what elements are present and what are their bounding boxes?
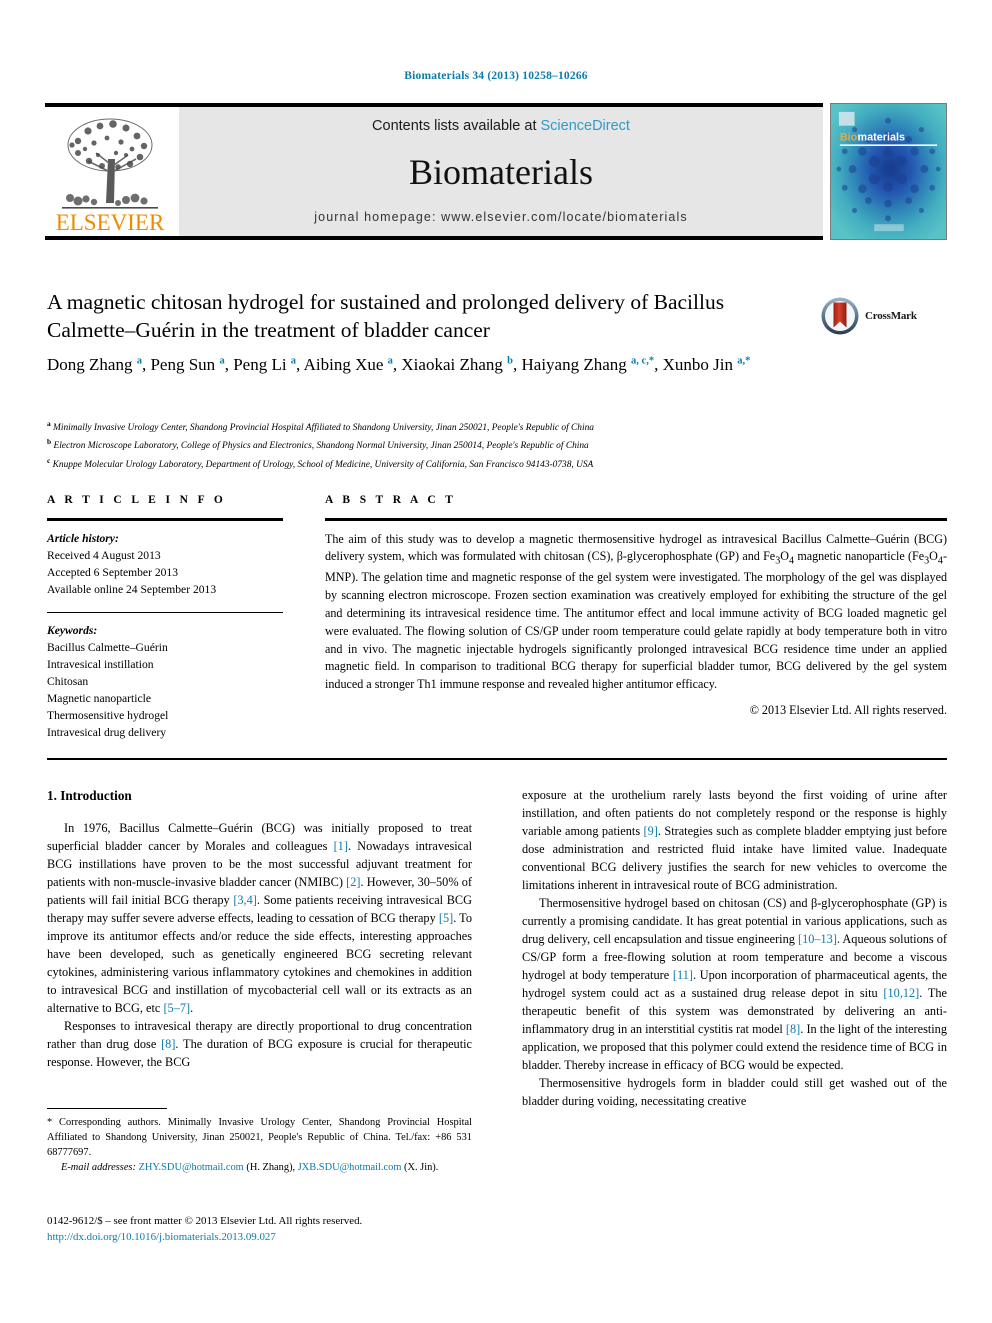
author-list: Dong Zhang a, Peng Sun a, Peng Li a, Aib… bbox=[47, 355, 751, 374]
body-paragraph: Thermosensitive hydrogels form in bladde… bbox=[522, 1076, 947, 1108]
body-left-paragraphs: In 1976, Bacillus Calmette–Guérin (BCG) … bbox=[47, 819, 472, 1071]
article-history-item: Accepted 6 September 2013 bbox=[47, 565, 179, 579]
corresponding-author-note: * Corresponding authors. Minimally Invas… bbox=[47, 1117, 472, 1159]
contents-prefix: Contents lists available at bbox=[372, 118, 541, 134]
article-info-rule bbox=[47, 518, 283, 521]
keywords-block: Keywords: Bacillus Calmette–Guérin Intrav… bbox=[47, 622, 283, 741]
body-paragraph: Responses to intravesical therapy are di… bbox=[47, 1019, 472, 1070]
body-column-left: 1. Introduction In 1976, Bacillus Calmet… bbox=[47, 786, 472, 1071]
imprint-front-matter: 0142-9612/$ – see front matter © 2013 El… bbox=[47, 1215, 363, 1227]
body-divider-rule bbox=[47, 758, 947, 760]
abstract-copyright: © 2013 Elsevier Ltd. All rights reserved… bbox=[749, 702, 947, 717]
cover-artwork: Bio materials bbox=[831, 104, 946, 239]
email-link-2[interactable]: JXB.SDU@hotmail.com bbox=[298, 1162, 402, 1173]
introduction-heading: 1. Introduction bbox=[47, 788, 132, 803]
body-paragraph: exposure at the urothelium rarely lasts … bbox=[522, 788, 947, 892]
journal-cover-thumbnail[interactable]: Bio materials bbox=[830, 103, 947, 240]
body-paragraph: In 1976, Bacillus Calmette–Guérin (BCG) … bbox=[47, 821, 473, 1016]
email-owner-1: (H. Zhang) bbox=[246, 1162, 293, 1174]
journal-title: Biomaterials bbox=[409, 152, 593, 192]
article-info-section: A R T I C L E I N F O Article history: R… bbox=[47, 494, 283, 741]
abstract-rule bbox=[325, 518, 947, 521]
doi-link[interactable]: http://dx.doi.org/10.1016/j.biomaterials… bbox=[47, 1229, 517, 1245]
elsevier-logo: ELSEVIER bbox=[45, 107, 175, 236]
affiliation-item: c Knuppe Molecular Urology Laboratory, D… bbox=[47, 455, 594, 470]
journal-band: Contents lists available at ScienceDirec… bbox=[179, 107, 823, 236]
running-head: Biomaterials 34 (2013) 10258–10266 bbox=[404, 70, 588, 82]
keyword-item[interactable]: Intravesical instillation bbox=[47, 656, 283, 673]
article-info-heading: A R T I C L E I N F O bbox=[47, 494, 227, 506]
keyword-item[interactable]: Chitosan bbox=[47, 673, 283, 690]
keywords-rule bbox=[47, 611, 283, 614]
email-link-1[interactable]: ZHY.SDU@hotmail.com bbox=[139, 1162, 244, 1173]
elsevier-tree-icon bbox=[62, 118, 158, 209]
affiliation-item: b Electron Microscope Laboratory, Colleg… bbox=[47, 437, 589, 452]
article-history: Article history: Received 4 August 2013 A… bbox=[47, 530, 283, 598]
journal-masthead: ELSEVIER Contents lists available at Sci… bbox=[45, 103, 947, 240]
keywords-label: Keywords: bbox=[47, 624, 98, 638]
affiliation-item: a Minimally Invasive Urology Center, Sha… bbox=[47, 419, 594, 434]
page-title: A magnetic chitosan hydrogel for sustain… bbox=[47, 290, 725, 342]
email-addresses-note: E-mail addresses: ZHY.SDU@hotmail.com (H… bbox=[61, 1162, 439, 1174]
article-history-item: Received 4 August 2013 bbox=[47, 548, 161, 562]
abstract-heading: A B S T R A C T bbox=[325, 494, 457, 506]
keyword-item[interactable]: Magnetic nanoparticle bbox=[47, 690, 283, 707]
journal-homepage-link[interactable]: journal homepage: www.elsevier.com/locat… bbox=[314, 210, 687, 224]
body-paragraph: Thermosensitive hydrogel based on chitos… bbox=[522, 896, 948, 1072]
sciencedirect-link[interactable]: ScienceDirect bbox=[541, 118, 630, 134]
body-column-right: exposure at the urothelium rarely lasts … bbox=[522, 786, 947, 1110]
footnote-rule bbox=[47, 1108, 167, 1110]
keyword-item[interactable]: Bacillus Calmette–Guérin bbox=[47, 639, 283, 656]
article-history-items: Received 4 August 2013 Accepted 6 Septemb… bbox=[47, 547, 283, 598]
crossmark-label: CrossMark bbox=[865, 310, 917, 322]
elsevier-wordmark: ELSEVIER bbox=[55, 210, 165, 235]
contents-available-line: Contents lists available at ScienceDirec… bbox=[372, 118, 630, 134]
crossmark-badge[interactable]: CrossMark bbox=[820, 294, 932, 338]
svg-text:materials: materials bbox=[858, 131, 905, 143]
affiliation-list: a Minimally Invasive Urology Center, Sha… bbox=[47, 418, 877, 473]
keyword-item[interactable]: Intravesical drug delivery bbox=[47, 724, 283, 741]
abstract-section: A B S T R A C T The aim of this study wa… bbox=[325, 494, 947, 718]
article-history-item: Available online 24 September 2013 bbox=[47, 582, 217, 596]
svg-text:Bio: Bio bbox=[840, 131, 858, 143]
email-label: E-mail addresses: bbox=[61, 1162, 136, 1174]
body-right-paragraphs: exposure at the urothelium rarely lasts … bbox=[522, 786, 947, 1110]
keywords-items: Bacillus Calmette–Guérin Intravesical ins… bbox=[47, 639, 283, 741]
article-history-label: Article history: bbox=[47, 531, 119, 545]
article-page: Biomaterials 34 (2013) 10258–10266 ELSEV… bbox=[0, 0, 992, 1323]
email-owner-2: (X. Jin). bbox=[404, 1162, 439, 1174]
masthead-bottom-rule bbox=[45, 236, 823, 240]
abstract-text: The aim of this study was to develop a m… bbox=[325, 531, 947, 692]
keyword-item[interactable]: Thermosensitive hydrogel bbox=[47, 707, 283, 724]
crossmark-icon bbox=[821, 297, 859, 335]
imprint-block: 0142-9612/$ – see front matter © 2013 El… bbox=[47, 1213, 517, 1246]
footnote-block: * Corresponding authors. Minimally Invas… bbox=[47, 1108, 472, 1176]
